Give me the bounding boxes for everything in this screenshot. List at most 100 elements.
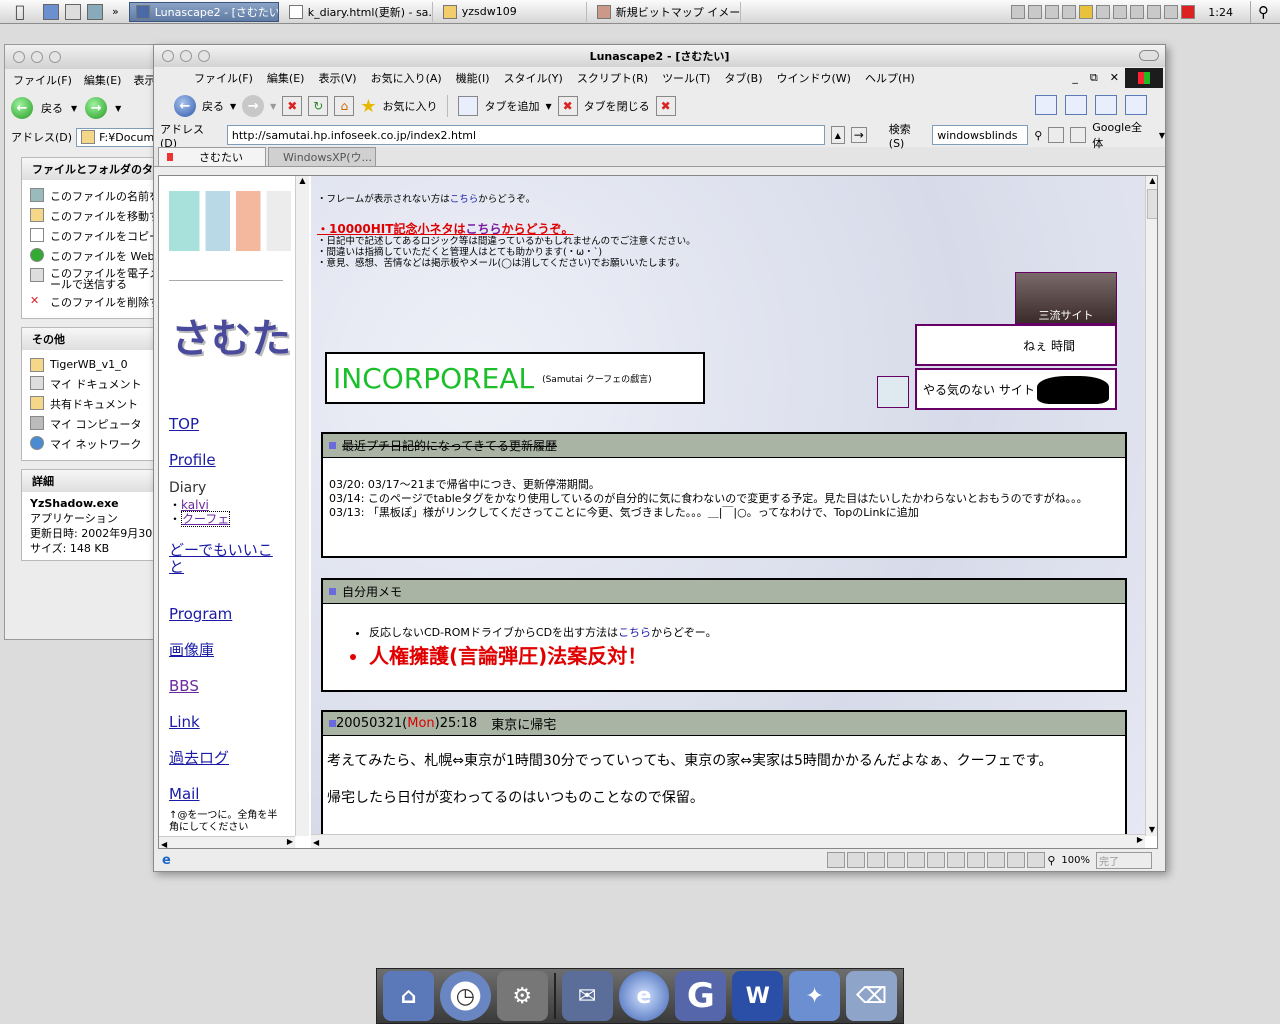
dock-trash-icon[interactable]: ⌫ (846, 971, 897, 1021)
nav-gallery[interactable]: 画像庫 (169, 632, 232, 668)
contact-icon[interactable] (877, 376, 909, 408)
task-publish-web[interactable]: このファイルを Web に (30, 248, 162, 264)
dropdown-arrow-icon[interactable]: ▼ (230, 102, 236, 111)
left-horizontal-scrollbar[interactable]: ◀ ▶ (159, 836, 295, 848)
close-all-tabs-icon[interactable]: ✖ (655, 96, 676, 116)
status-tool-icon[interactable] (1027, 852, 1046, 868)
explorer-menu-edit[interactable]: 編集(E) (84, 72, 122, 88)
quicklaunch-desktop-icon[interactable] (43, 3, 59, 20)
task-move[interactable]: このファイルを移動す (30, 208, 162, 224)
close-tab-icon[interactable]: ✖ (557, 96, 578, 116)
menu-help[interactable]: ヘルプ(H) (865, 70, 915, 86)
nav-bbs[interactable]: BBS (169, 668, 232, 704)
task-yzsdw109[interactable]: yzsdw109 (437, 1, 587, 22)
quicklaunch-trash-icon[interactable] (87, 3, 103, 20)
task-lunascape[interactable]: Lunascape2 - [さむたい] (128, 1, 279, 22)
dropdown-arrow-icon[interactable]: ▼ (71, 104, 77, 113)
favorites-label[interactable]: お気に入り (382, 98, 437, 114)
side-banner-1[interactable]: 三流サイト (1015, 272, 1117, 324)
forward-arrow-icon[interactable]: → (242, 95, 265, 117)
place-my-computer[interactable]: マイ コンピュータ (30, 416, 162, 432)
dock-tools-icon[interactable]: ✦ (789, 971, 841, 1021)
place-shared-documents[interactable]: 共有ドキュメント (30, 396, 162, 412)
menu-edit[interactable]: 編集(E) (267, 70, 305, 86)
nav-link[interactable]: Link (169, 704, 232, 740)
menu-view[interactable]: 表示(V) (318, 70, 356, 86)
tab-windowsxp[interactable]: WindowsXP(ウ... (268, 147, 376, 166)
favorites-star-icon[interactable]: ★ (360, 96, 376, 117)
status-tool-icon[interactable] (847, 852, 866, 868)
url-dropdown-icon[interactable]: ▲ (830, 126, 845, 144)
tray-color-icon[interactable] (1062, 5, 1077, 19)
place-my-network[interactable]: マイ ネットワーク (30, 436, 162, 452)
add-tab-icon[interactable] (458, 96, 479, 116)
dock-browser-icon[interactable]: e (618, 971, 670, 1021)
info-icon[interactable] (1095, 95, 1117, 115)
tray-volume-icon[interactable] (1164, 5, 1179, 19)
menu-function[interactable]: 機能(I) (456, 70, 490, 86)
search-engine-select[interactable]: Google全体 (1092, 119, 1153, 151)
status-tool-icon[interactable] (1007, 852, 1026, 868)
tray-blue-icon[interactable] (1130, 5, 1145, 19)
minimize-icon[interactable]: _ (1072, 71, 1078, 85)
site-banner[interactable]: INCORPOREAL (Samutai クーフェの戯言) (325, 352, 705, 404)
tray-swatch-icon[interactable] (1113, 5, 1128, 19)
back-arrow-icon[interactable]: ← (174, 95, 196, 117)
place-my-documents[interactable]: マイ ドキュメント (30, 376, 162, 392)
zoom-dot-icon[interactable] (49, 51, 61, 63)
zoom-level[interactable]: 100% (1061, 855, 1090, 866)
place-tigerwb[interactable]: TigerWB_v1_0 (30, 358, 162, 372)
tray-cd-icon[interactable] (1147, 5, 1162, 19)
dock-mail-icon[interactable]: ✉ (561, 971, 613, 1021)
nav-mail[interactable]: Mail (169, 776, 232, 812)
explorer-menu-file[interactable]: ファイル(F) (13, 72, 72, 88)
tray-plus-icon[interactable] (1028, 5, 1043, 19)
status-tool-icon[interactable] (987, 852, 1006, 868)
dropdown-arrow-icon[interactable]: ▼ (115, 104, 121, 113)
left-vertical-scrollbar[interactable]: ▲ (295, 176, 309, 836)
menu-script[interactable]: スクリプト(R) (577, 70, 648, 86)
main-vertical-scrollbar[interactable]: ▲ ▼ (1145, 176, 1157, 836)
nav-top[interactable]: TOP (169, 406, 216, 442)
search-icon[interactable]: ⚲ (1250, 1, 1276, 23)
apple-menu-icon[interactable]:  (0, 0, 40, 24)
nav-archive[interactable]: 過去ログ (169, 740, 232, 776)
page-icon[interactable] (1048, 127, 1065, 143)
status-tool-icon[interactable] (947, 852, 966, 868)
tab-samutai[interactable]: さむたい (158, 147, 266, 166)
status-tool-icon[interactable] (827, 852, 846, 868)
page-search-icon[interactable] (1070, 127, 1087, 143)
menu-tools[interactable]: ツール(T) (662, 70, 710, 86)
close-tab-label[interactable]: タブを閉じる (584, 98, 650, 114)
quicklaunch-more-icon[interactable]: » (112, 5, 119, 18)
menu-style[interactable]: スタイル(Y) (504, 70, 563, 86)
back-arrow-icon[interactable]: ← (11, 97, 33, 119)
explorer-back-label[interactable]: 戻る (41, 100, 63, 116)
side-banner-2[interactable]: ねぇ 時間 (915, 324, 1117, 366)
diary-kalvi-link[interactable]: kalvi (181, 498, 209, 512)
nav-misc[interactable]: どーでもいいこと (169, 542, 287, 576)
close-dot-icon[interactable] (13, 51, 25, 63)
dock-weather-icon[interactable]: ⚙ (496, 971, 548, 1021)
restore-icon[interactable]: ⧉ (1090, 71, 1098, 85)
status-tool-icon[interactable] (867, 852, 886, 868)
main-horizontal-scrollbar[interactable]: ◀ ▶ (311, 834, 1145, 848)
forward-arrow-icon[interactable]: → (85, 97, 108, 119)
dropdown-arrow-icon[interactable]: ▼ (545, 102, 551, 111)
task-bitmap[interactable]: 新規ビットマップ イメー... (591, 1, 741, 22)
status-tool-icon[interactable] (907, 852, 926, 868)
status-tool-icon[interactable] (887, 852, 906, 868)
toolbar-toggle-icon[interactable] (1139, 50, 1159, 61)
tray-network-icon[interactable] (1045, 5, 1060, 19)
diary-koofe-link[interactable]: クーフェ (181, 511, 231, 527)
tray-user-icon[interactable] (1096, 5, 1111, 19)
layout-1-icon[interactable] (1035, 95, 1057, 115)
close-icon[interactable]: ✕ (1110, 71, 1119, 85)
check-icon[interactable] (1125, 95, 1147, 115)
menu-favorites[interactable]: お気に入り(A) (371, 70, 442, 86)
stop-icon[interactable]: ✖ (282, 96, 303, 116)
task-delete[interactable]: ✕ このファイルを削除す (30, 294, 162, 310)
task-email[interactable]: このファイルを電子メールで送信する (30, 268, 162, 290)
dropdown-arrow-icon[interactable]: ▼ (270, 102, 276, 111)
minimize-dot-icon[interactable] (31, 51, 43, 63)
